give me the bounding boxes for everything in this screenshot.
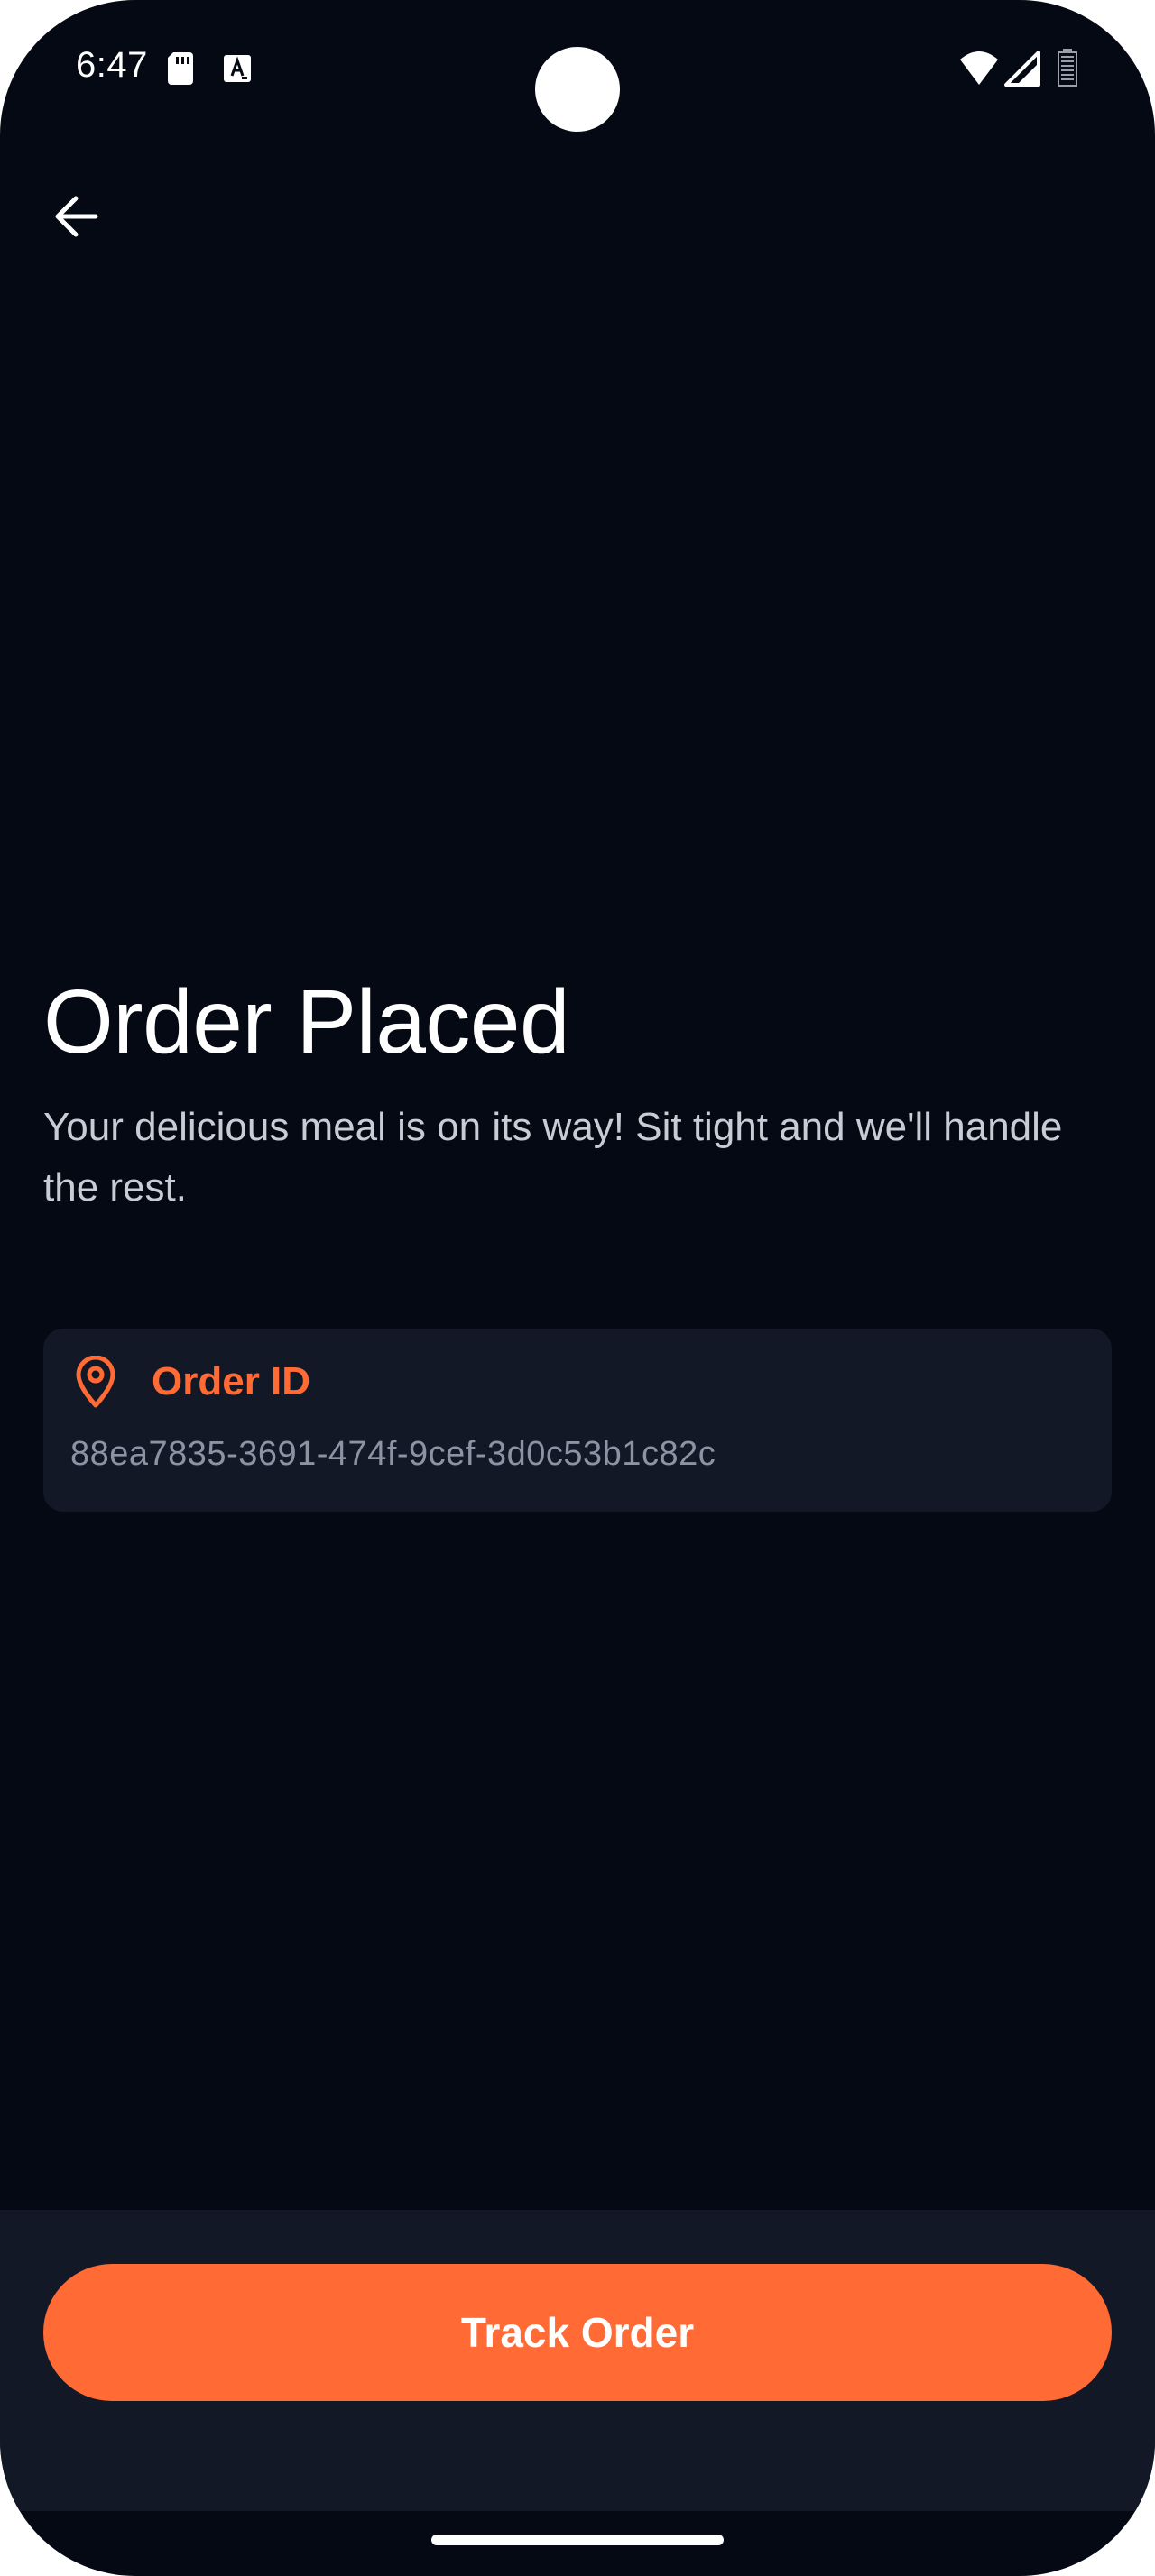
front-camera xyxy=(535,47,620,132)
map-pin-icon xyxy=(76,1356,116,1408)
sd-card-icon xyxy=(168,52,193,85)
order-id-value: 88ea7835-3691-474f-9cef-3d0c53b1c82c xyxy=(70,1435,716,1473)
wifi-icon xyxy=(960,51,998,85)
page-title: Order Placed xyxy=(43,971,570,1072)
phone-screen: 6:47 Order Placed Your delicious meal is… xyxy=(0,0,1155,2576)
bottom-action-bar: Track Order xyxy=(0,2210,1155,2511)
page-subtitle: Your delicious meal is on its way! Sit t… xyxy=(43,1105,1063,1210)
back-button[interactable] xyxy=(40,180,112,253)
cell-signal-icon xyxy=(1004,51,1040,87)
arrow-left-icon xyxy=(55,196,98,237)
order-id-label: Order ID xyxy=(152,1359,311,1403)
track-order-button[interactable]: Track Order xyxy=(43,2264,1112,2401)
battery-icon xyxy=(1058,49,1077,87)
status-time: 6:47 xyxy=(76,45,148,85)
order-id-card: Order ID 88ea7835-3691-474f-9cef-3d0c53b… xyxy=(43,1329,1112,1512)
a-text-icon xyxy=(224,55,251,82)
home-indicator[interactable] xyxy=(431,2535,724,2545)
status-bar: 6:47 xyxy=(0,0,1155,135)
